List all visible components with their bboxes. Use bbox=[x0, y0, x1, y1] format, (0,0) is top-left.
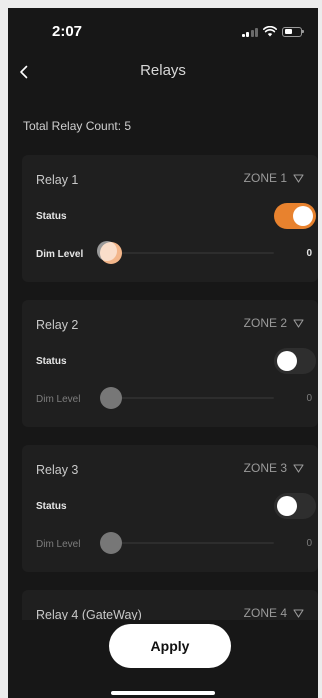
battery-icon bbox=[282, 26, 304, 37]
relay-name: Relay 2 bbox=[36, 318, 79, 332]
dim-level-value: 0 bbox=[306, 248, 312, 259]
page-title: Relays bbox=[140, 62, 186, 79]
relay-card: Relay 3 ZONE 3 Status Dim Level 0 bbox=[22, 445, 318, 572]
zone-dropdown[interactable]: ZONE 1 bbox=[244, 171, 304, 185]
status-label: Status bbox=[36, 211, 67, 222]
dim-level-slider[interactable] bbox=[94, 241, 274, 265]
status-toggle[interactable] bbox=[274, 493, 316, 519]
toggle-knob bbox=[277, 351, 297, 371]
triangle-down-icon bbox=[293, 463, 304, 473]
slider-track bbox=[110, 397, 274, 399]
zone-dropdown[interactable]: ZONE 3 bbox=[244, 461, 304, 475]
status-time: 2:07 bbox=[52, 23, 83, 40]
status-bar: 2:07 bbox=[8, 8, 318, 52]
total-relay-count: Total Relay Count: 5 bbox=[23, 119, 132, 133]
triangle-down-icon bbox=[293, 608, 304, 618]
phone-screen: 2:07 Relays Total Relay Count: 5 Relay 1… bbox=[8, 8, 318, 698]
slider-thumb[interactable] bbox=[100, 532, 122, 554]
triangle-down-icon bbox=[293, 173, 304, 183]
dim-level-label: Dim Level bbox=[36, 394, 81, 405]
toggle-knob bbox=[293, 206, 313, 226]
slider-thumb[interactable] bbox=[97, 241, 122, 264]
status-label: Status bbox=[36, 501, 67, 512]
zone-label: ZONE 1 bbox=[243, 171, 287, 185]
zone-label: ZONE 3 bbox=[243, 461, 287, 475]
slider-track bbox=[110, 252, 274, 254]
home-indicator bbox=[111, 691, 215, 695]
navigation-bar: Relays bbox=[8, 58, 318, 88]
slider-track bbox=[110, 542, 274, 544]
zone-label: ZONE 4 bbox=[243, 606, 287, 620]
dim-level-slider[interactable] bbox=[94, 531, 274, 555]
toggle-knob bbox=[277, 496, 297, 516]
dim-level-value: 0 bbox=[306, 538, 312, 549]
status-toggle[interactable] bbox=[274, 348, 316, 374]
status-toggle[interactable] bbox=[274, 203, 316, 229]
triangle-down-icon bbox=[293, 318, 304, 328]
relay-name: Relay 3 bbox=[36, 463, 79, 477]
apply-button[interactable]: Apply bbox=[109, 624, 231, 668]
zone-dropdown[interactable]: ZONE 4 bbox=[244, 606, 304, 620]
zone-label: ZONE 2 bbox=[243, 316, 287, 330]
status-icons bbox=[241, 26, 304, 37]
dim-level-value: 0 bbox=[306, 393, 312, 404]
relay-name: Relay 1 bbox=[36, 173, 79, 187]
dim-level-label: Dim Level bbox=[36, 249, 84, 260]
status-label: Status bbox=[36, 356, 67, 367]
wifi-icon bbox=[263, 26, 277, 37]
zone-dropdown[interactable]: ZONE 2 bbox=[244, 316, 304, 330]
relay-card: Relay 1 ZONE 1 Status Dim Level 0 bbox=[22, 155, 318, 282]
signal-icon bbox=[241, 27, 258, 37]
dim-level-slider[interactable] bbox=[94, 386, 274, 410]
dim-level-label: Dim Level bbox=[36, 539, 81, 550]
slider-thumb[interactable] bbox=[100, 387, 122, 409]
relay-card: Relay 2 ZONE 2 Status Dim Level 0 bbox=[22, 300, 318, 427]
